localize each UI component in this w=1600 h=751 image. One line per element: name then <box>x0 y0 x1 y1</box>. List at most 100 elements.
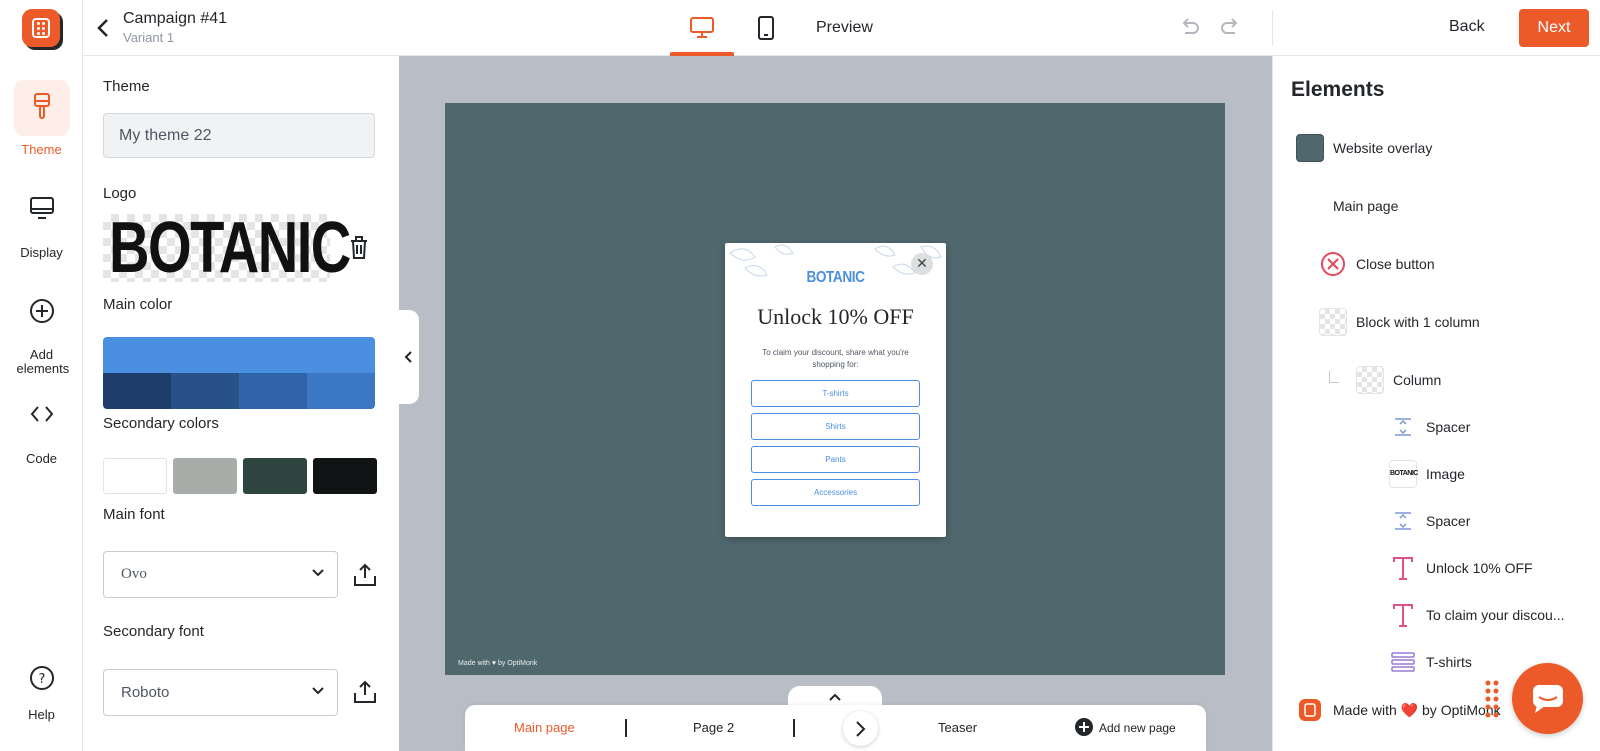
element-label: Block with 1 column <box>1356 314 1480 330</box>
help-icon: ? <box>14 659 70 701</box>
main-font-heading: Main font <box>103 506 165 523</box>
top-bar: Campaign #41 Variant 1 Preview Back Next <box>83 0 1600 56</box>
secondary-color-swatch[interactable] <box>103 458 167 494</box>
scroll-pages-right-button[interactable] <box>843 711 878 746</box>
undo-icon[interactable] <box>1179 17 1201 44</box>
theme-panel: Theme My theme 22 Logo BOTANIC Main colo… <box>83 56 399 751</box>
logo-upload[interactable]: BOTANIC <box>103 212 351 284</box>
element-label: Close button <box>1356 256 1435 272</box>
divider <box>1272 10 1273 46</box>
secondary-color-swatch[interactable] <box>243 458 307 494</box>
element-label: Image <box>1426 466 1465 482</box>
element-label: To claim your discou... <box>1426 607 1565 623</box>
element-label: T-shirts <box>1426 654 1472 670</box>
secondary-font-value: Roboto <box>121 684 170 701</box>
rail-label-help: Help <box>28 707 55 722</box>
main-color-shade[interactable] <box>171 373 239 409</box>
element-label: Column <box>1393 372 1442 388</box>
upload-icon[interactable] <box>353 563 377 592</box>
desktop-icon <box>690 17 714 38</box>
rail-item-theme[interactable]: Theme <box>0 80 83 157</box>
variant-name: Variant 1 <box>123 30 175 45</box>
text-icon <box>1389 554 1417 582</box>
secondary-color-swatch[interactable] <box>313 458 377 494</box>
popup-option-button[interactable]: T-shirts <box>751 380 920 407</box>
element-label: Made with ❤️ by OptiMonk <box>1333 702 1501 718</box>
element-label: Unlock 10% OFF <box>1426 560 1533 576</box>
popup-preview[interactable]: BOTANIC ✕ Unlock 10% OFF To claim your d… <box>725 243 946 537</box>
page-tab-main[interactable]: Main page <box>514 720 575 735</box>
main-color-shade[interactable] <box>307 373 375 409</box>
chat-support-button[interactable] <box>1512 663 1583 734</box>
main-color-heading: Main color <box>103 296 173 313</box>
rail-item-add-elements[interactable]: Add elements <box>0 286 83 376</box>
close-icon[interactable]: ✕ <box>911 253 933 275</box>
trash-icon[interactable] <box>349 236 369 265</box>
collapse-panel-button[interactable] <box>399 310 419 404</box>
monitor-icon <box>14 183 70 239</box>
logo-image-text: BOTANIC <box>109 208 351 288</box>
editor-canvas: BOTANIC ✕ Unlock 10% OFF To claim your d… <box>399 56 1272 751</box>
chevron-right-icon <box>856 721 866 737</box>
popup-subtext[interactable]: To claim your discount, share what you'r… <box>755 347 916 371</box>
element-label: Spacer <box>1426 513 1471 529</box>
divider <box>625 719 627 737</box>
svg-text:?: ? <box>38 672 45 687</box>
logo-heading: Logo <box>103 185 137 202</box>
secondary-colors <box>103 458 377 494</box>
plus-circle-icon <box>14 286 70 342</box>
preview-button[interactable]: Preview <box>816 19 873 37</box>
theme-name-input[interactable]: My theme 22 <box>103 113 375 158</box>
secondary-color-swatch[interactable] <box>173 458 237 494</box>
chevron-left-icon <box>404 351 412 363</box>
chevron-down-icon <box>312 569 324 577</box>
popup-headline[interactable]: Unlock 10% OFF <box>725 304 946 330</box>
rail-label-theme: Theme <box>21 142 62 157</box>
desktop-view-button[interactable] <box>670 0 734 56</box>
redo-icon[interactable] <box>1219 17 1241 44</box>
optimonk-logo-icon[interactable] <box>22 9 60 47</box>
theme-heading: Theme <box>103 78 150 95</box>
next-button[interactable]: Next <box>1519 9 1589 47</box>
mobile-view-button[interactable] <box>734 0 798 56</box>
made-with-optimonk-label[interactable]: Made with ♥ by OptiMonk <box>458 660 537 667</box>
add-new-page-button[interactable]: Add new page <box>1075 718 1176 736</box>
popup-brand-logo: BOTANIC <box>806 269 865 286</box>
popup-option-button[interactable]: Accessories <box>751 479 920 506</box>
chevron-left-icon[interactable] <box>97 18 109 43</box>
secondary-colors-heading: Secondary colors <box>103 415 219 432</box>
checker-column-icon <box>1356 366 1384 394</box>
elements-title: Elements <box>1291 78 1385 101</box>
element-label: Spacer <box>1426 419 1471 435</box>
image-thumbnail-icon: BOTANIC <box>1389 460 1418 488</box>
popup-option-button[interactable]: Shirts <box>751 413 920 440</box>
page-tab-teaser[interactable]: Teaser <box>938 720 977 735</box>
drag-handle-icon[interactable] <box>1485 680 1499 723</box>
campaign-title: Campaign #41 <box>123 10 228 27</box>
page-tab-page-2[interactable]: Page 2 <box>693 720 734 735</box>
main-color-swatch[interactable] <box>103 337 375 373</box>
back-button[interactable]: Back <box>1449 18 1485 36</box>
main-font-select[interactable]: Ovo <box>103 551 338 598</box>
rail-item-help[interactable]: ? Help <box>0 659 83 722</box>
code-icon <box>14 389 70 445</box>
rail-label-add-elements: Add elements <box>16 347 70 376</box>
rail-label-code: Code <box>25 451 58 466</box>
left-rail: Theme Display Add elements Code ? Help <box>0 0 83 751</box>
main-color-picker[interactable] <box>103 337 375 409</box>
checker-block-icon <box>1319 308 1347 336</box>
element-label: Main page <box>1333 198 1399 214</box>
website-overlay[interactable]: BOTANIC ✕ Unlock 10% OFF To claim your d… <box>445 103 1225 675</box>
rail-item-display[interactable]: Display <box>0 183 83 260</box>
chevron-up-icon <box>829 693 841 701</box>
main-font-value: Ovo <box>121 566 147 582</box>
main-color-shade[interactable] <box>239 373 307 409</box>
rail-item-code[interactable]: Code <box>0 389 83 466</box>
secondary-font-select[interactable]: Roboto <box>103 669 338 716</box>
main-color-shade[interactable] <box>103 373 171 409</box>
upload-icon[interactable] <box>353 680 377 709</box>
element-label: Website overlay <box>1333 140 1433 156</box>
overlay-swatch-icon <box>1296 134 1324 162</box>
popup-option-button[interactable]: Pants <box>751 446 920 473</box>
text-icon <box>1389 601 1417 629</box>
